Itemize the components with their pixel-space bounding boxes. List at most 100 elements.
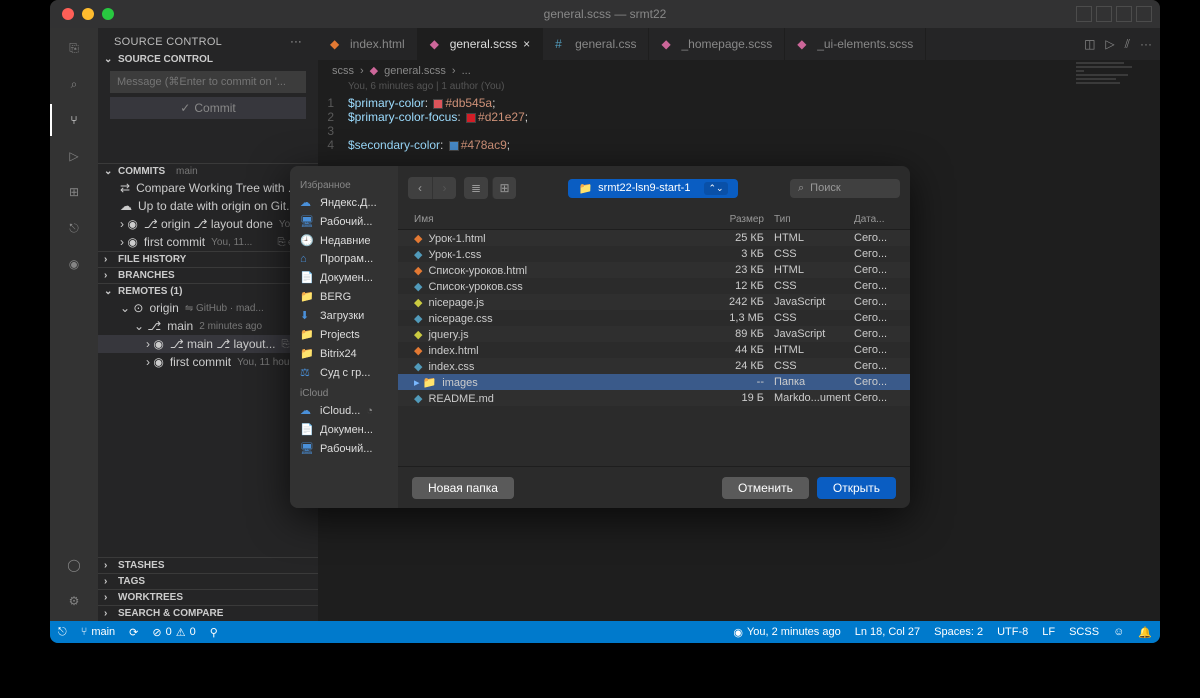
status-feedback-icon[interactable]: ☺ xyxy=(1113,626,1124,639)
sidebar-fav-item[interactable]: 📁BERG xyxy=(290,287,398,306)
close-icon[interactable]: × xyxy=(523,37,530,51)
file-row[interactable]: ◆Урок-1.html25 КБHTMLСего... xyxy=(398,230,910,246)
dialog-sidebar: Избранное ☁Яндекс.Д...🖥Рабочий...🕘Недавн… xyxy=(290,166,398,508)
cancel-button[interactable]: Отменить xyxy=(722,477,809,499)
favorites-head: Избранное xyxy=(290,178,398,193)
remote-icon[interactable]: ⎋ xyxy=(62,216,86,240)
icloud-head: iCloud xyxy=(290,386,398,401)
sidebar-fav-item[interactable]: ⬇Загрузки xyxy=(290,306,398,325)
tab-general-css[interactable]: #general.css xyxy=(543,28,649,60)
titlebar: general.scss — srmt22 xyxy=(50,0,1160,28)
file-history-section[interactable]: ›FILE HISTORY xyxy=(98,251,318,267)
commit-row[interactable]: › ◉ first commit You, 11...⎘ ⊕ 🌐 xyxy=(98,233,318,251)
file-row[interactable]: ◆README.md19 БMarkdo...umentСего... xyxy=(398,390,910,406)
sidebar-fav-item[interactable]: 📄Докумен... xyxy=(290,268,398,287)
branches-section[interactable]: ›BRANCHES xyxy=(98,267,318,283)
compare-item[interactable]: ⇄ Compare Working Tree with ... xyxy=(98,179,318,197)
remote-indicator[interactable]: ⎋ xyxy=(58,626,67,639)
remote-origin[interactable]: ⌄ ⊙ origin ⇋ GitHub · mad...✓ xyxy=(98,299,318,317)
tab-general-scss[interactable]: ◆general.scss × xyxy=(418,28,543,60)
tab-homepage-scss[interactable]: ◆_homepage.scss xyxy=(649,28,785,60)
sidebar-fav-item[interactable]: 🕘Недавние xyxy=(290,231,398,250)
file-row[interactable]: ◆nicepage.css1,3 МБCSSСего... xyxy=(398,310,910,326)
panel-bottom-icon[interactable] xyxy=(1096,6,1112,22)
path-dropdown[interactable]: 📁 srmt22-lsn9-start-1⌃⌄ xyxy=(568,179,737,198)
file-row[interactable]: ◆Список-уроков.html23 КБHTMLСего... xyxy=(398,262,910,278)
tags-section[interactable]: ›TAGS xyxy=(98,573,318,589)
remote-commit-row[interactable]: › ◉ ⎇ main ⎇ layout...⎘ ⊕ 🌐 xyxy=(98,335,318,353)
file-row[interactable]: ◆jquery.js89 КБJavaScriptСего... xyxy=(398,326,910,342)
nav-forward-icon[interactable]: › xyxy=(432,177,456,199)
split-icon[interactable]: ⫽ xyxy=(1125,37,1130,52)
dialog-search[interactable]: ⌕ Поиск xyxy=(790,179,900,198)
account-icon[interactable]: ◯ xyxy=(62,553,86,577)
status-sync[interactable]: ⟳ xyxy=(129,626,138,639)
worktrees-section[interactable]: ›WORKTREES xyxy=(98,589,318,605)
status-blame[interactable]: ◉ You, 2 minutes ago xyxy=(733,626,840,639)
commit-row[interactable]: › ◉ ⎇ origin ⎇ layout done You, ... xyxy=(98,215,318,233)
source-control-icon[interactable]: ⑂ xyxy=(62,108,86,132)
sidebar-icloud-item[interactable]: ☁iCloud... ◔ xyxy=(290,401,398,420)
code-editor[interactable]: 1$primary-color: #db545a; 2$primary-colo… xyxy=(318,94,1160,152)
search-compare-section[interactable]: ›SEARCH & COMPARE xyxy=(98,605,318,621)
sidebar-fav-item[interactable]: ⌂Програм... xyxy=(290,250,398,268)
file-row[interactable]: ◆Список-уроков.css12 КБCSSСего... xyxy=(398,278,910,294)
status-eol[interactable]: LF xyxy=(1042,626,1055,639)
sidebar-fav-item[interactable]: 🖥Рабочий... xyxy=(290,212,398,231)
remotes-section[interactable]: ⌄REMOTES (1) xyxy=(98,283,318,299)
status-errors[interactable]: ⊘ 0 ⚠ 0 xyxy=(152,626,195,639)
minimap[interactable] xyxy=(1076,62,1156,122)
sidebar-icloud-item[interactable]: 📄Докумен... xyxy=(290,420,398,439)
status-encoding[interactable]: UTF-8 xyxy=(997,626,1028,639)
file-row[interactable]: ◆index.css24 КБCSSСего... xyxy=(398,358,910,374)
uptodate-item[interactable]: ☁ Up to date with origin on Git... xyxy=(98,197,318,215)
open-button[interactable]: Открыть xyxy=(817,477,896,499)
sidebar-fav-item[interactable]: 📁Projects xyxy=(290,325,398,344)
sidebar-fav-item[interactable]: 📁Bitrix24 xyxy=(290,344,398,363)
layout-icon[interactable] xyxy=(1136,6,1152,22)
remote-commit-row[interactable]: › ◉ first commit You, 11 hours a... xyxy=(98,353,318,371)
file-row[interactable]: ▸ 📁images--ПапкаСего... xyxy=(398,374,910,390)
panel-right-icon[interactable] xyxy=(1116,6,1132,22)
tab-ui-elements-scss[interactable]: ◆_ui-elements.scss xyxy=(785,28,926,60)
explorer-icon[interactable]: ⎘ xyxy=(62,36,86,60)
file-row[interactable]: ◆nicepage.js242 КБJavaScriptСего... xyxy=(398,294,910,310)
debug-icon[interactable]: ▷ xyxy=(62,144,86,168)
commit-message-input[interactable] xyxy=(110,71,306,93)
zoom-icon[interactable] xyxy=(102,8,114,20)
tab-index-html[interactable]: ◆index.html xyxy=(318,28,418,60)
commit-button[interactable]: ✓ Commit xyxy=(110,97,306,119)
remote-main[interactable]: ⌄ ⎇ main 2 minutes ago xyxy=(98,317,318,335)
compare-icon[interactable]: ◫ xyxy=(1084,37,1095,51)
sidebar-fav-item[interactable]: ☁Яндекс.Д... xyxy=(290,193,398,212)
status-lang[interactable]: SCSS xyxy=(1069,626,1099,639)
sidebar-fav-item[interactable]: ⚖Суд с гр... xyxy=(290,363,398,382)
status-spaces[interactable]: Spaces: 2 xyxy=(934,626,983,639)
list-view-icon[interactable]: ≣ xyxy=(464,177,488,199)
extensions-icon[interactable]: ⊞ xyxy=(62,180,86,204)
minimize-icon[interactable] xyxy=(82,8,94,20)
run-icon[interactable]: ▷ xyxy=(1105,37,1114,51)
status-branch[interactable]: ⑂ main xyxy=(81,626,115,638)
panel-left-icon[interactable] xyxy=(1076,6,1092,22)
grid-view-icon[interactable]: ⊞ xyxy=(492,177,516,199)
tabs: ◆index.html ◆general.scss × #general.css… xyxy=(318,28,1160,60)
more-icon[interactable]: ··· xyxy=(1140,37,1152,51)
table-header[interactable]: Имя Размер Тип Дата... xyxy=(398,210,910,230)
close-icon[interactable] xyxy=(62,8,74,20)
nav-back-icon[interactable]: ‹ xyxy=(408,177,432,199)
gear-icon[interactable]: ⚙ xyxy=(62,589,86,613)
search-icon[interactable]: ⌕ xyxy=(62,72,86,96)
stashes-section[interactable]: ›STASHES xyxy=(98,557,318,573)
scm-section[interactable]: ⌄SOURCE CONTROL xyxy=(98,52,318,67)
sidebar-icloud-item[interactable]: 🖥Рабочий... xyxy=(290,439,398,458)
file-row[interactable]: ◆index.html44 КБHTMLСего... xyxy=(398,342,910,358)
status-lncol[interactable]: Ln 18, Col 27 xyxy=(855,626,920,639)
breadcrumb[interactable]: scss › ◆ general.scss › ... xyxy=(318,60,1160,81)
status-bell-icon[interactable]: 🔔 xyxy=(1138,626,1152,639)
gitlens-icon[interactable]: ◉ xyxy=(62,252,86,276)
new-folder-button[interactable]: Новая папка xyxy=(412,477,514,499)
file-row[interactable]: ◆Урок-1.css3 КБCSSСего... xyxy=(398,246,910,262)
status-port[interactable]: ⚲ xyxy=(210,626,218,639)
commits-section[interactable]: ⌄COMMITS main xyxy=(98,163,318,179)
